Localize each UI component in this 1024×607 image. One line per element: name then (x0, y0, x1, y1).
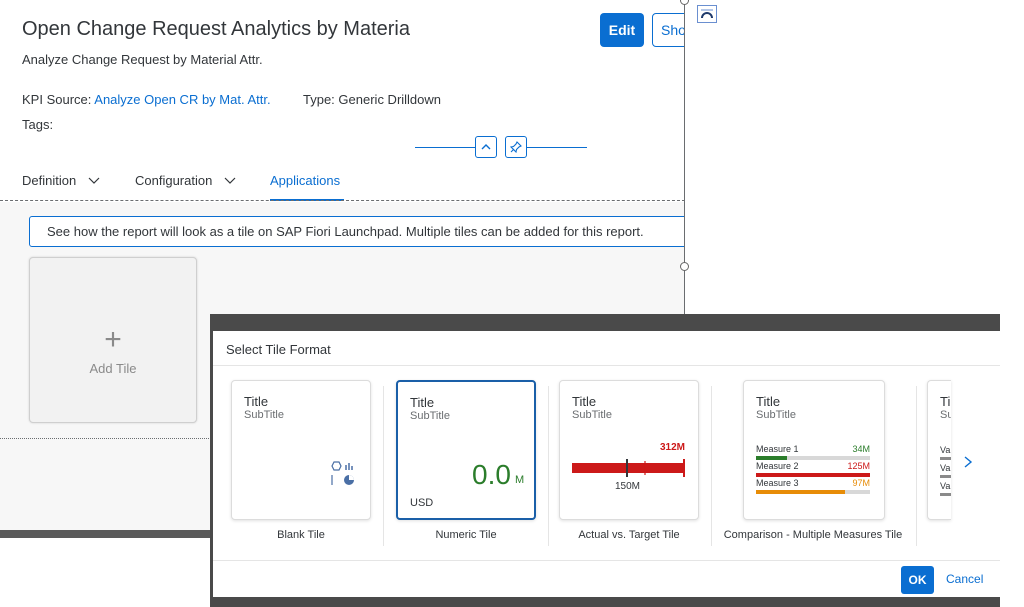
arch-icon (701, 9, 713, 19)
plus-icon: + (104, 323, 122, 356)
header-divider-right (527, 147, 587, 148)
numeric-unit: M (515, 474, 525, 486)
next-tile-option-partial[interactable]: Ti Su Va Va Va (927, 380, 951, 520)
column-separator (916, 386, 917, 546)
kpi-source-row: KPI Source: Analyze Open CR by Mat. Attr… (22, 92, 271, 107)
chevron-up-icon (481, 144, 491, 150)
row-label: Va (940, 463, 951, 473)
tile-format-list: Title SubTitle Blank Tile Title SubTitle… (213, 366, 1000, 559)
info-strip: See how the report will look as a tile o… (29, 216, 685, 247)
page-title: Open Change Request Analytics by Materia (22, 18, 410, 40)
type-label: Type: (303, 92, 335, 107)
currency-label: USD (410, 497, 434, 509)
numeric-tile-option[interactable]: Title SubTitle 0.0 M USD (396, 380, 536, 520)
chevron-right-icon[interactable] (963, 453, 973, 474)
add-tile-button[interactable]: + Add Tile (29, 257, 197, 423)
measure-value: 34M (852, 444, 870, 454)
column-separator (711, 386, 712, 546)
type-value: Generic Drilldown (338, 92, 442, 107)
measure-value: 125M (847, 461, 870, 471)
pin-header-button[interactable] (505, 136, 527, 158)
tile-subtitle: SubTitle (572, 409, 612, 421)
row-bar (940, 493, 951, 496)
tile-subtitle: SubTitle (756, 409, 796, 421)
dialog-footer-divider (213, 560, 1000, 561)
tile-title: Title (756, 394, 781, 409)
row-label: Va (940, 481, 951, 491)
numeric-value: 0.0 (472, 459, 511, 490)
tile-title: Ti (940, 394, 951, 409)
measure-bar (756, 473, 870, 477)
tab-bar: Definition Configuration Applications (0, 165, 685, 201)
tab-definition[interactable]: Definition (22, 173, 100, 188)
resize-handle-right[interactable] (680, 262, 689, 271)
tile-caption-blank: Blank Tile (277, 529, 325, 541)
actual-vs-target-tile-option[interactable]: Title SubTitle 312M 150M (559, 380, 699, 520)
measure-label: Measure 3 (756, 478, 799, 488)
measure-label: Measure 2 (756, 461, 799, 471)
select-tile-format-dialog: Select Tile Format Title SubTitle Blank … (213, 331, 1000, 597)
chart-types-icon (331, 461, 354, 485)
row-bar (940, 475, 951, 478)
blank-tile-option[interactable]: Title SubTitle (231, 380, 371, 520)
collapse-header-button[interactable] (475, 136, 497, 158)
tab-configuration-label: Configuration (135, 173, 213, 188)
target-value: 150M (615, 481, 641, 492)
tile-title: Title (572, 394, 597, 409)
column-separator (383, 386, 384, 546)
tile-subtitle: SubTitle (410, 410, 450, 422)
cancel-button[interactable]: Cancel (946, 572, 983, 586)
measure-label: Measure 1 (756, 444, 799, 454)
row-label: Va (940, 445, 951, 455)
tab-definition-label: Definition (22, 173, 77, 188)
dialog-title: Select Tile Format (226, 342, 331, 357)
tile-caption-numeric: Numeric Tile (435, 529, 497, 541)
actual-value: 312M (660, 442, 686, 453)
tile-caption-comparison: Comparison - Multiple Measures Tile (723, 529, 903, 541)
pin-icon (510, 141, 522, 153)
measure-bar (756, 490, 845, 494)
add-tile-label: Add Tile (89, 361, 137, 376)
measure-value: 97M (852, 478, 870, 488)
type-row: Type: Generic Drilldown (303, 92, 441, 107)
column-separator (548, 386, 549, 546)
tab-applications-label: Applications (270, 173, 341, 188)
resize-handle-top[interactable] (680, 0, 689, 5)
tile-title: Title (410, 395, 435, 410)
shape-icon[interactable] (697, 5, 717, 23)
tile-subtitle: SubTitle (244, 409, 284, 421)
page-header: Open Change Request Analytics by Materia… (0, 0, 685, 202)
page-subtitle: Analyze Change Request by Material Attr. (22, 52, 263, 67)
tab-applications[interactable]: Applications (270, 173, 340, 188)
show-button[interactable]: Sho (652, 13, 685, 47)
tile-title: Title (244, 394, 269, 409)
tile-caption-actual-target: Actual vs. Target Tile (578, 529, 680, 541)
background-strip (0, 530, 210, 538)
measure-bar (756, 456, 787, 460)
comparison-tile-option[interactable]: Title SubTitle Measure 1 34M Measure 2 125M… (743, 380, 885, 520)
tab-configuration[interactable]: Configuration (135, 173, 236, 188)
tile-subtitle: Su (940, 409, 951, 421)
ok-button[interactable]: OK (901, 566, 934, 594)
bullet-chart (572, 459, 685, 477)
tags-label: Tags: (22, 117, 54, 132)
kpi-source-link[interactable]: Analyze Open CR by Mat. Attr. (94, 92, 270, 107)
row-bar (940, 457, 951, 460)
kpi-source-label: KPI Source: (22, 92, 92, 107)
edit-button[interactable]: Edit (600, 13, 644, 47)
chevron-down-icon (224, 177, 236, 184)
header-divider-left (415, 147, 475, 148)
chevron-down-icon (88, 177, 100, 184)
